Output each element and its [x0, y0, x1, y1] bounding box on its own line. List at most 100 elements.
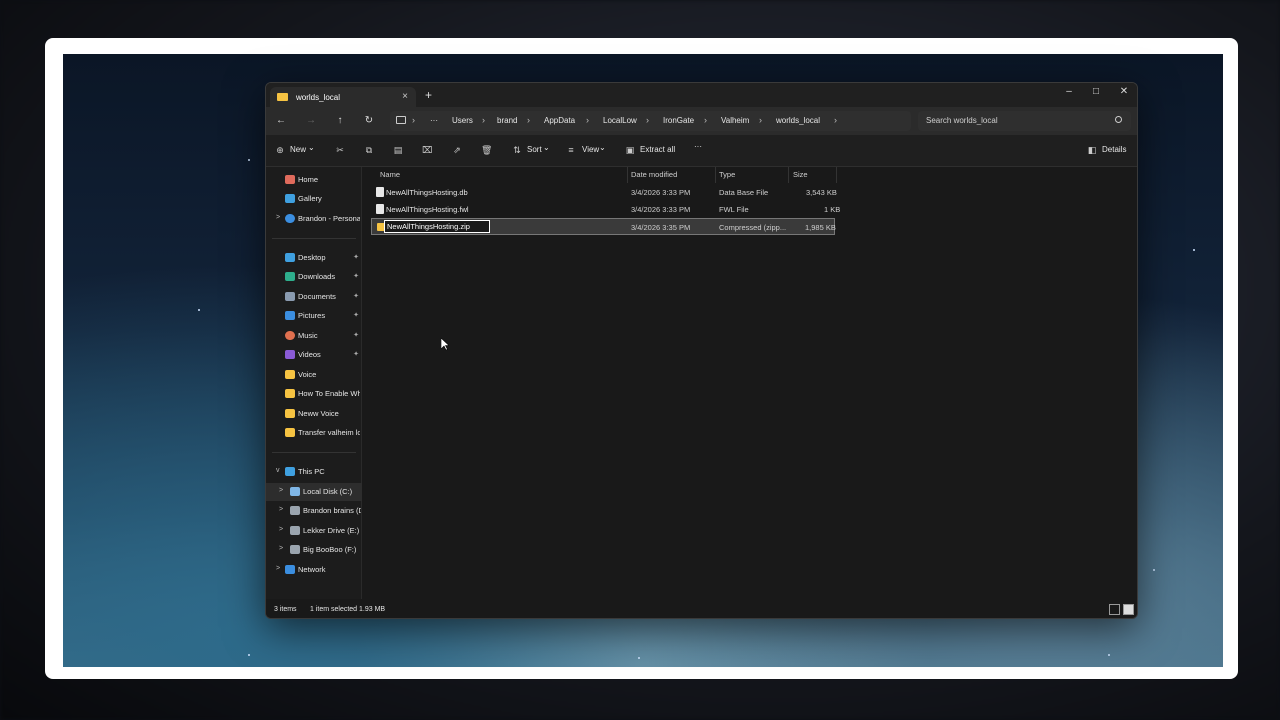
chevron-right-icon[interactable]: > [276, 214, 280, 221]
sidebar-item-network[interactable]: > Network [266, 561, 362, 579]
sidebar-item-how-to-enable[interactable]: How To Enable Wh [266, 385, 362, 403]
navigation-pane: Home Gallery > Brandon - Personal Deskto… [266, 167, 362, 599]
tab-worlds-local[interactable]: worlds_local × [270, 87, 416, 107]
column-divider[interactable] [715, 167, 716, 183]
details-view-button[interactable] [1109, 604, 1120, 615]
sidebar-item-this-pc[interactable]: v This PC [266, 463, 362, 481]
breadcrumb-locallow[interactable]: LocalLow [603, 116, 637, 125]
sidebar-item-label: Videos [298, 350, 321, 359]
view-button[interactable]: View [582, 145, 599, 154]
sidebar-item-label: Documents [298, 292, 336, 301]
details-button[interactable]: Details [1102, 145, 1126, 154]
sort-button[interactable]: Sort [527, 145, 542, 154]
copy-icon[interactable]: ⧉ [364, 145, 374, 155]
wallpaper-star [1108, 654, 1110, 656]
search-icon [1115, 116, 1122, 123]
sidebar-item-local-disk-c[interactable]: > Local Disk (C:) [266, 483, 362, 501]
chevron-right-icon[interactable]: > [279, 545, 283, 552]
sidebar-item-label: Brandon brains (D [303, 506, 361, 515]
column-divider[interactable] [836, 167, 837, 183]
pictures-icon [285, 311, 295, 320]
breadcrumb-users[interactable]: Users [452, 116, 473, 125]
breadcrumb-more[interactable]: ··· [430, 116, 438, 125]
more-options-button[interactable]: ··· [694, 142, 702, 151]
sidebar-item-brandon-brains-d[interactable]: > Brandon brains (D [266, 502, 362, 520]
sidebar-item-music[interactable]: Music ✦ [266, 327, 362, 345]
rename-icon[interactable]: ⌧ [422, 145, 432, 155]
cut-icon[interactable]: ✂ [335, 145, 345, 155]
pin-icon: ✦ [353, 351, 359, 358]
mouse-cursor-icon [441, 338, 449, 351]
chevron-right-icon[interactable]: > [279, 506, 283, 513]
extract-all-button[interactable]: Extract all [640, 145, 675, 154]
paste-icon[interactable]: ▤ [393, 145, 403, 155]
search-box[interactable]: Search worlds_local [918, 111, 1131, 131]
title-bar: worlds_local × + – □ ✕ [266, 83, 1137, 107]
folder-icon [285, 428, 295, 437]
breadcrumb-brand[interactable]: brand [497, 116, 517, 125]
sidebar-item-desktop[interactable]: Desktop ✦ [266, 249, 362, 267]
sidebar-item-label: Local Disk (C:) [303, 487, 353, 496]
sidebar-item-onedrive[interactable]: > Brandon - Personal [266, 210, 362, 228]
sidebar-item-lekker-drive-e[interactable]: > Lekker Drive (E:) [266, 522, 362, 540]
breadcrumb-worlds-local[interactable]: worlds_local [776, 116, 820, 125]
column-header-date[interactable]: Date modified [631, 170, 677, 179]
share-icon[interactable]: ⇗ [452, 145, 462, 155]
file-date: 3/4/2026 3:33 PM [631, 188, 691, 197]
divider [272, 452, 356, 453]
file-row[interactable]: NewAllThingsHosting.db 3/4/2026 3:33 PM … [371, 184, 837, 201]
column-header-type[interactable]: Type [719, 170, 735, 179]
back-button[interactable]: ← [273, 113, 289, 129]
column-header-name[interactable]: Name [380, 170, 400, 179]
refresh-button[interactable]: ↻ [361, 113, 377, 129]
pin-icon: ✦ [353, 332, 359, 339]
delete-icon[interactable]: 🗑 [481, 145, 492, 155]
file-row[interactable]: NewAllThingsHosting.fwl 3/4/2026 3:33 PM… [371, 201, 840, 218]
new-button[interactable]: New [290, 145, 306, 154]
column-divider[interactable] [627, 167, 628, 183]
up-button[interactable]: ↑ [332, 113, 348, 129]
sidebar-item-neww-voice[interactable]: Neww Voice [266, 405, 362, 423]
sidebar-item-videos[interactable]: Videos ✦ [266, 346, 362, 364]
sidebar-item-label: Lekker Drive (E:) [303, 526, 360, 535]
file-name: NewAllThingsHosting.db [386, 188, 468, 197]
sidebar-item-gallery[interactable]: Gallery [266, 190, 362, 208]
sidebar-item-big-booboo-f[interactable]: > Big BooBoo (F:) [266, 541, 362, 559]
chevron-right-icon[interactable]: > [279, 526, 283, 533]
sidebar-item-home[interactable]: Home [266, 171, 362, 189]
column-header-size[interactable]: Size [793, 170, 808, 179]
file-type: Data Base File [719, 188, 769, 197]
file-type: FWL File [719, 205, 749, 214]
forward-button[interactable]: → [303, 113, 319, 129]
chevron-down-icon[interactable]: v [276, 467, 280, 474]
file-row-selected[interactable]: NewAllThingsHosting.zip 3/4/2026 3:35 PM… [371, 218, 836, 235]
pin-icon: ✦ [353, 254, 359, 261]
chevron-right-icon: › [646, 115, 649, 125]
chevron-right-icon[interactable]: > [279, 487, 283, 494]
column-divider[interactable] [788, 167, 789, 183]
breadcrumb-appdata[interactable]: AppData [544, 116, 575, 125]
sort-icon: ⇅ [513, 145, 521, 155]
command-bar: ⊕ New ⌄ ✂ ⧉ ▤ ⌧ ⇗ 🗑 ⇅ Sort ⌄ ≡ View ⌄ ▣ … [266, 135, 1137, 167]
sidebar-item-label: Transfer valheim lo [298, 428, 360, 437]
close-window-button[interactable]: ✕ [1116, 86, 1132, 97]
address-bar[interactable]: › ··· Users › brand › AppData › LocalLow… [390, 111, 911, 131]
status-bar: 3 items 1 item selected 1.93 MB [266, 599, 1137, 618]
breadcrumb-irongate[interactable]: IronGate [663, 116, 694, 125]
tiles-view-button[interactable] [1123, 604, 1134, 615]
chevron-down-icon: ⌄ [543, 143, 550, 152]
maximize-button[interactable]: □ [1088, 86, 1104, 97]
close-tab-icon[interactable]: × [402, 91, 408, 102]
sidebar-item-transfer-valheim[interactable]: Transfer valheim lo [266, 424, 362, 442]
sidebar-item-pictures[interactable]: Pictures ✦ [266, 307, 362, 325]
minimize-button[interactable]: – [1061, 86, 1077, 97]
rename-input[interactable]: NewAllThingsHosting.zip [384, 220, 490, 233]
breadcrumb-valheim[interactable]: Valheim [721, 116, 749, 125]
sidebar-item-downloads[interactable]: Downloads ✦ [266, 268, 362, 286]
sidebar-item-voice[interactable]: Voice [266, 366, 362, 384]
sidebar-item-label: Gallery [298, 194, 322, 203]
wallpaper-star [638, 657, 640, 659]
new-tab-button[interactable]: + [425, 88, 432, 102]
chevron-right-icon[interactable]: > [276, 565, 280, 572]
sidebar-item-documents[interactable]: Documents ✦ [266, 288, 362, 306]
